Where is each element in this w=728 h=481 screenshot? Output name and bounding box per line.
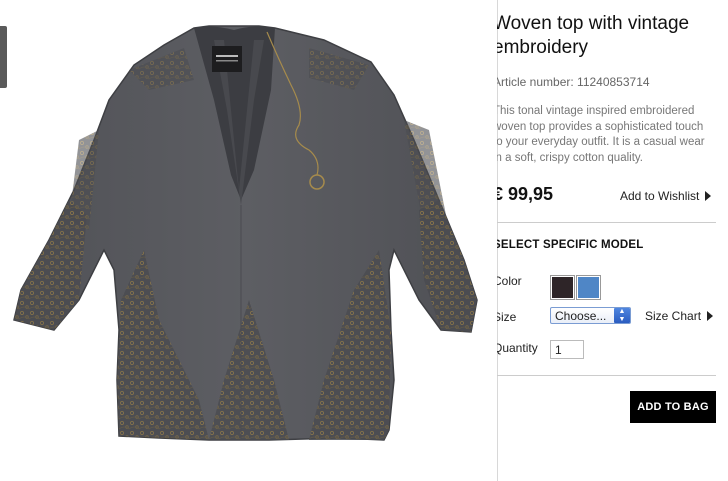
select-model-heading: SELECT SPECIFIC MODEL (497, 239, 644, 251)
article-number: Article number: 11240853714 (497, 75, 650, 89)
divider (497, 375, 716, 376)
quantity-label: Quantity (497, 341, 538, 355)
color-label: Color (497, 274, 522, 288)
add-to-wishlist-link[interactable]: Add to Wishlist (620, 189, 712, 203)
size-label: Size (497, 310, 517, 324)
product-photo-shirt (13, 25, 478, 441)
product-title: Woven top with vintage embroidery (497, 13, 690, 58)
select-arrows-icon: ▲ ▼ (614, 308, 630, 323)
product-price: € 99,95 (497, 184, 554, 204)
quantity-input[interactable]: 1 (550, 340, 584, 359)
divider (497, 222, 716, 223)
add-to-bag-button[interactable]: ADD TO BAG (630, 391, 716, 423)
size-select-value: Choose... (555, 309, 607, 323)
color-swatch-dark-brown[interactable] (550, 275, 575, 300)
product-image (9, 0, 498, 481)
size-chart-link[interactable]: Size Chart (645, 309, 714, 323)
chevron-right-icon (705, 191, 712, 201)
size-chart-label: Size Chart (645, 309, 702, 323)
size-select[interactable]: Choose... ▲ ▼ (550, 307, 631, 324)
product-details: Woven top with vintage embroidery Articl… (497, 0, 728, 481)
color-swatch-blue[interactable] (576, 275, 601, 300)
thumbnail-scroll-handle[interactable] (0, 26, 7, 88)
chevron-right-icon (707, 311, 714, 321)
wishlist-label: Add to Wishlist (620, 189, 700, 203)
product-description: This tonal vintage inspired embroidered … (497, 105, 705, 164)
